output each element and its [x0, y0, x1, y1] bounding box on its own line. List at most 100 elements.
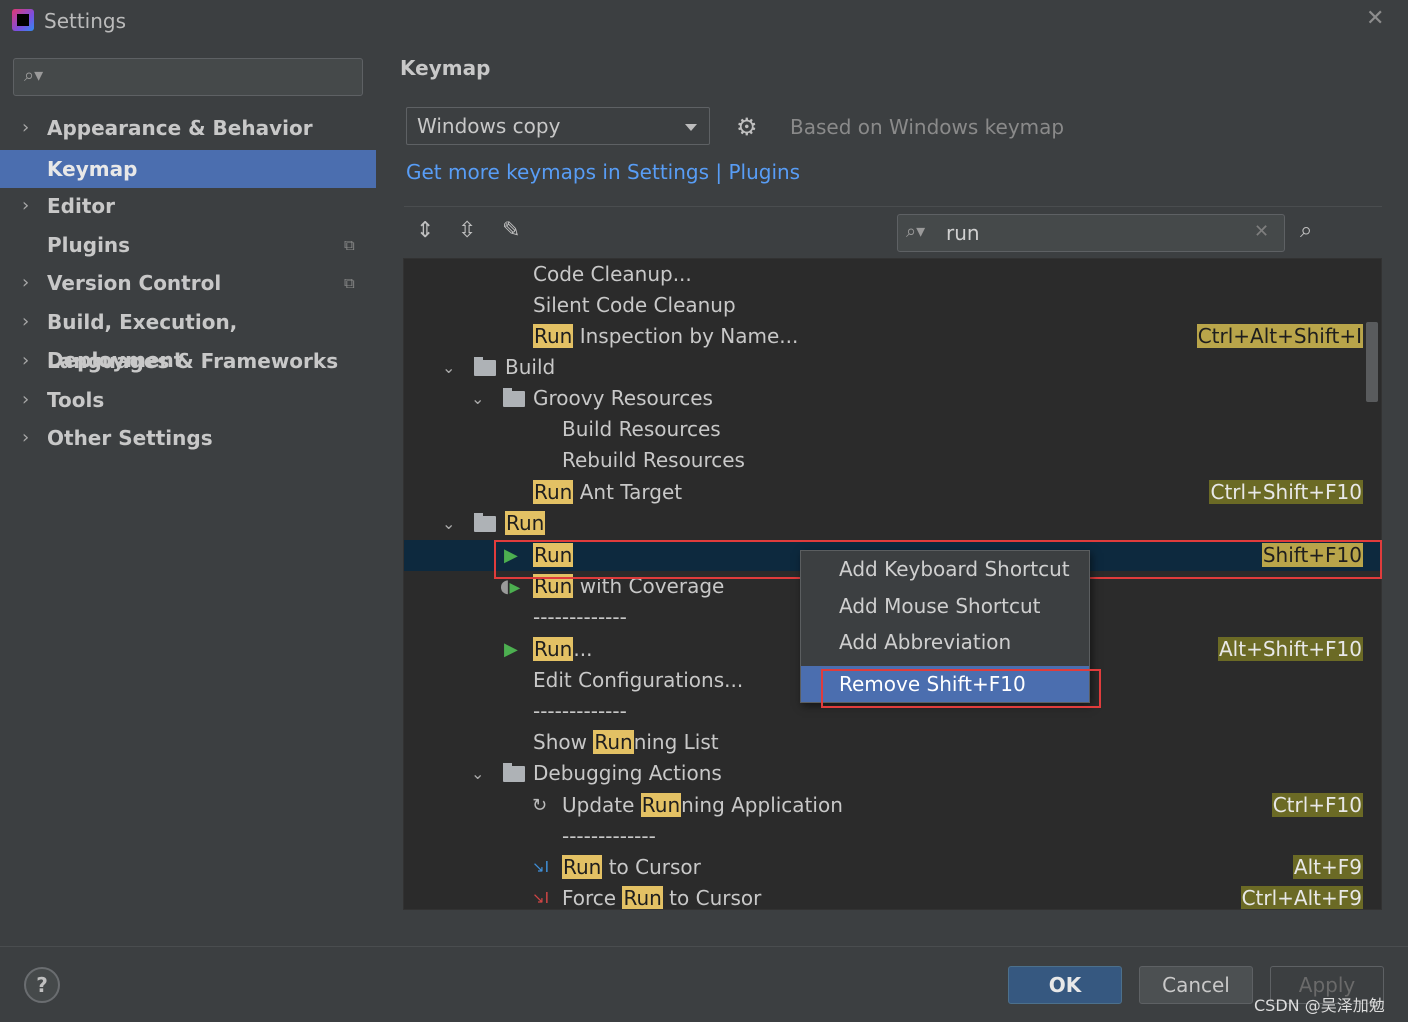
sidebar-item-label: Version Control: [47, 271, 222, 295]
dropdown-arrow-icon: [685, 124, 697, 131]
tree-row[interactable]: Code Cleanup...: [404, 259, 1381, 290]
tree-row[interactable]: ↘I Run to Cursor Alt+F9: [404, 852, 1381, 883]
project-level-icon: ⧉: [344, 274, 355, 292]
clear-search-icon[interactable]: ✕: [1254, 221, 1269, 242]
action-label: Run...: [533, 637, 593, 661]
gear-icon[interactable]: ⚙: [736, 113, 758, 141]
cancel-button[interactable]: Cancel: [1139, 966, 1253, 1004]
folder-icon: [503, 388, 525, 407]
keymap-search-value: run: [946, 221, 980, 245]
sidebar-item-label: Languages & Frameworks: [47, 349, 339, 373]
chevron-down-icon: ⌄: [471, 389, 485, 408]
chevron-right-icon: ›: [22, 311, 30, 332]
watermark: CSDN @吴泽加勉: [1254, 996, 1385, 1015]
sidebar-item-tools[interactable]: › Tools: [0, 381, 376, 419]
action-label: Silent Code Cleanup: [533, 293, 736, 317]
keymap-select[interactable]: Windows copy: [406, 107, 710, 145]
search-icon: ⌕▾: [24, 65, 44, 86]
sidebar-item-appearance-behavior[interactable]: › Appearance & Behavior: [0, 109, 376, 147]
sidebar-item-label: Appearance & Behavior: [47, 116, 313, 140]
chevron-right-icon: ›: [22, 350, 30, 371]
based-on-label: Based on Windows keymap: [790, 115, 1065, 139]
folder-label: Groovy Resources: [533, 386, 713, 410]
ok-button[interactable]: OK: [1008, 966, 1122, 1004]
tree-row[interactable]: Silent Code Cleanup: [404, 290, 1381, 321]
tree-scrollbar[interactable]: [1366, 322, 1378, 402]
tree-row-separator: -------------: [404, 821, 1381, 852]
sidebar-item-label: Other Settings: [47, 426, 213, 450]
edit-pencil-icon[interactable]: ✎: [502, 218, 520, 243]
refresh-icon: ↻: [532, 795, 548, 816]
force-run-to-cursor-icon: ↘I: [532, 889, 549, 907]
chevron-down-icon: ⌄: [471, 764, 485, 783]
shortcut-badge: Ctrl+Alt+Shift+I: [1196, 324, 1363, 348]
tree-row[interactable]: Run Inspection by Name... Ctrl+Alt+Shift…: [404, 321, 1381, 352]
window-title: Settings: [44, 9, 127, 33]
separator-label: -------------: [533, 605, 627, 629]
action-label: Show Running List: [533, 730, 719, 754]
get-more-keymaps-link[interactable]: Get more keymaps in Settings | Plugins: [406, 160, 800, 184]
menu-item-add-abbreviation[interactable]: Add Abbreviation: [801, 624, 1089, 660]
sidebar-search-input[interactable]: ⌕▾: [13, 58, 363, 96]
chevron-right-icon: ›: [22, 427, 30, 448]
keymap-search-input[interactable]: ⌕▾ run ✕: [897, 214, 1285, 252]
tree-row-folder[interactable]: ⌄ Build: [404, 352, 1381, 383]
run-to-cursor-icon: ↘I: [532, 858, 549, 876]
sidebar-item-other-settings[interactable]: › Other Settings: [0, 419, 376, 457]
title-bar: [0, 0, 1408, 42]
action-label: Update Running Application: [562, 793, 843, 817]
tree-row[interactable]: ↻ Update Running Application Ctrl+F10: [404, 790, 1381, 821]
chevron-down-icon: ⌄: [442, 358, 456, 377]
chevron-right-icon: ›: [22, 195, 30, 216]
shortcut-badge: Ctrl+F10: [1271, 793, 1363, 817]
sidebar-item-keymap[interactable]: Keymap: [0, 150, 376, 188]
tree-row[interactable]: ↘I Force Run to Cursor Ctrl+Alt+F9: [404, 883, 1381, 910]
chevron-right-icon: ›: [22, 389, 30, 410]
help-button[interactable]: ?: [24, 967, 60, 1003]
annotation-highlight-box: [821, 669, 1101, 708]
folder-icon: [503, 763, 525, 782]
shortcut-badge: Alt+Shift+F10: [1217, 637, 1363, 661]
menu-item-add-mouse-shortcut[interactable]: Add Mouse Shortcut: [801, 588, 1089, 624]
folder-label: Debugging Actions: [533, 761, 722, 785]
tree-row[interactable]: Rebuild Resources: [404, 445, 1381, 476]
folder-icon: [474, 513, 496, 532]
find-by-shortcut-icon[interactable]: ⌕: [1300, 218, 1312, 243]
tree-row-folder[interactable]: ⌄ Run: [404, 508, 1381, 539]
sidebar-item-plugins[interactable]: Plugins ⧉: [0, 226, 376, 264]
collapse-all-icon[interactable]: ⇳: [458, 218, 476, 243]
tree-row-folder[interactable]: ⌄ Debugging Actions: [404, 758, 1381, 789]
folder-label: Build: [505, 355, 556, 379]
sidebar-item-editor[interactable]: › Editor: [0, 187, 376, 225]
sidebar-item-build-execution-deployment[interactable]: › Build, Execution, Deployment: [0, 303, 376, 372]
tree-row[interactable]: Build Resources: [404, 414, 1381, 445]
expand-all-icon[interactable]: ⇕: [416, 218, 434, 243]
separator-label: -------------: [533, 699, 627, 723]
tree-row[interactable]: Run Ant Target Ctrl+Shift+F10: [404, 477, 1381, 508]
tree-row-folder[interactable]: ⌄ Groovy Resources: [404, 383, 1381, 414]
shortcut-badge: Ctrl+Shift+F10: [1209, 480, 1363, 504]
page-title: Keymap: [400, 56, 491, 80]
run-icon: ▶: [504, 639, 518, 660]
keymap-select-value: Windows copy: [417, 114, 561, 138]
menu-item-add-keyboard-shortcut[interactable]: Add Keyboard Shortcut: [801, 551, 1089, 587]
sidebar-item-languages-frameworks[interactable]: › Languages & Frameworks: [0, 342, 376, 380]
close-icon[interactable]: ✕: [1366, 6, 1384, 31]
action-label: Run Inspection by Name...: [533, 324, 799, 348]
sidebar-item-label: Tools: [47, 388, 105, 412]
action-label: Force Run to Cursor: [562, 886, 762, 910]
divider: [404, 206, 1382, 207]
action-label: Code Cleanup...: [533, 262, 692, 286]
chevron-right-icon: ›: [22, 117, 30, 138]
search-icon: ⌕▾: [906, 221, 926, 242]
app-logo-icon: [12, 9, 34, 31]
folder-label: Run: [505, 511, 546, 535]
separator-label: -------------: [562, 824, 656, 848]
action-label: Rebuild Resources: [562, 448, 745, 472]
tree-row[interactable]: Show Running List: [404, 727, 1381, 758]
sidebar-item-label: Keymap: [47, 157, 138, 181]
folder-icon: [474, 357, 496, 376]
sidebar-item-version-control[interactable]: › Version Control ⧉: [0, 264, 376, 302]
action-label: Build Resources: [562, 417, 721, 441]
action-label: Run to Cursor: [562, 855, 701, 879]
